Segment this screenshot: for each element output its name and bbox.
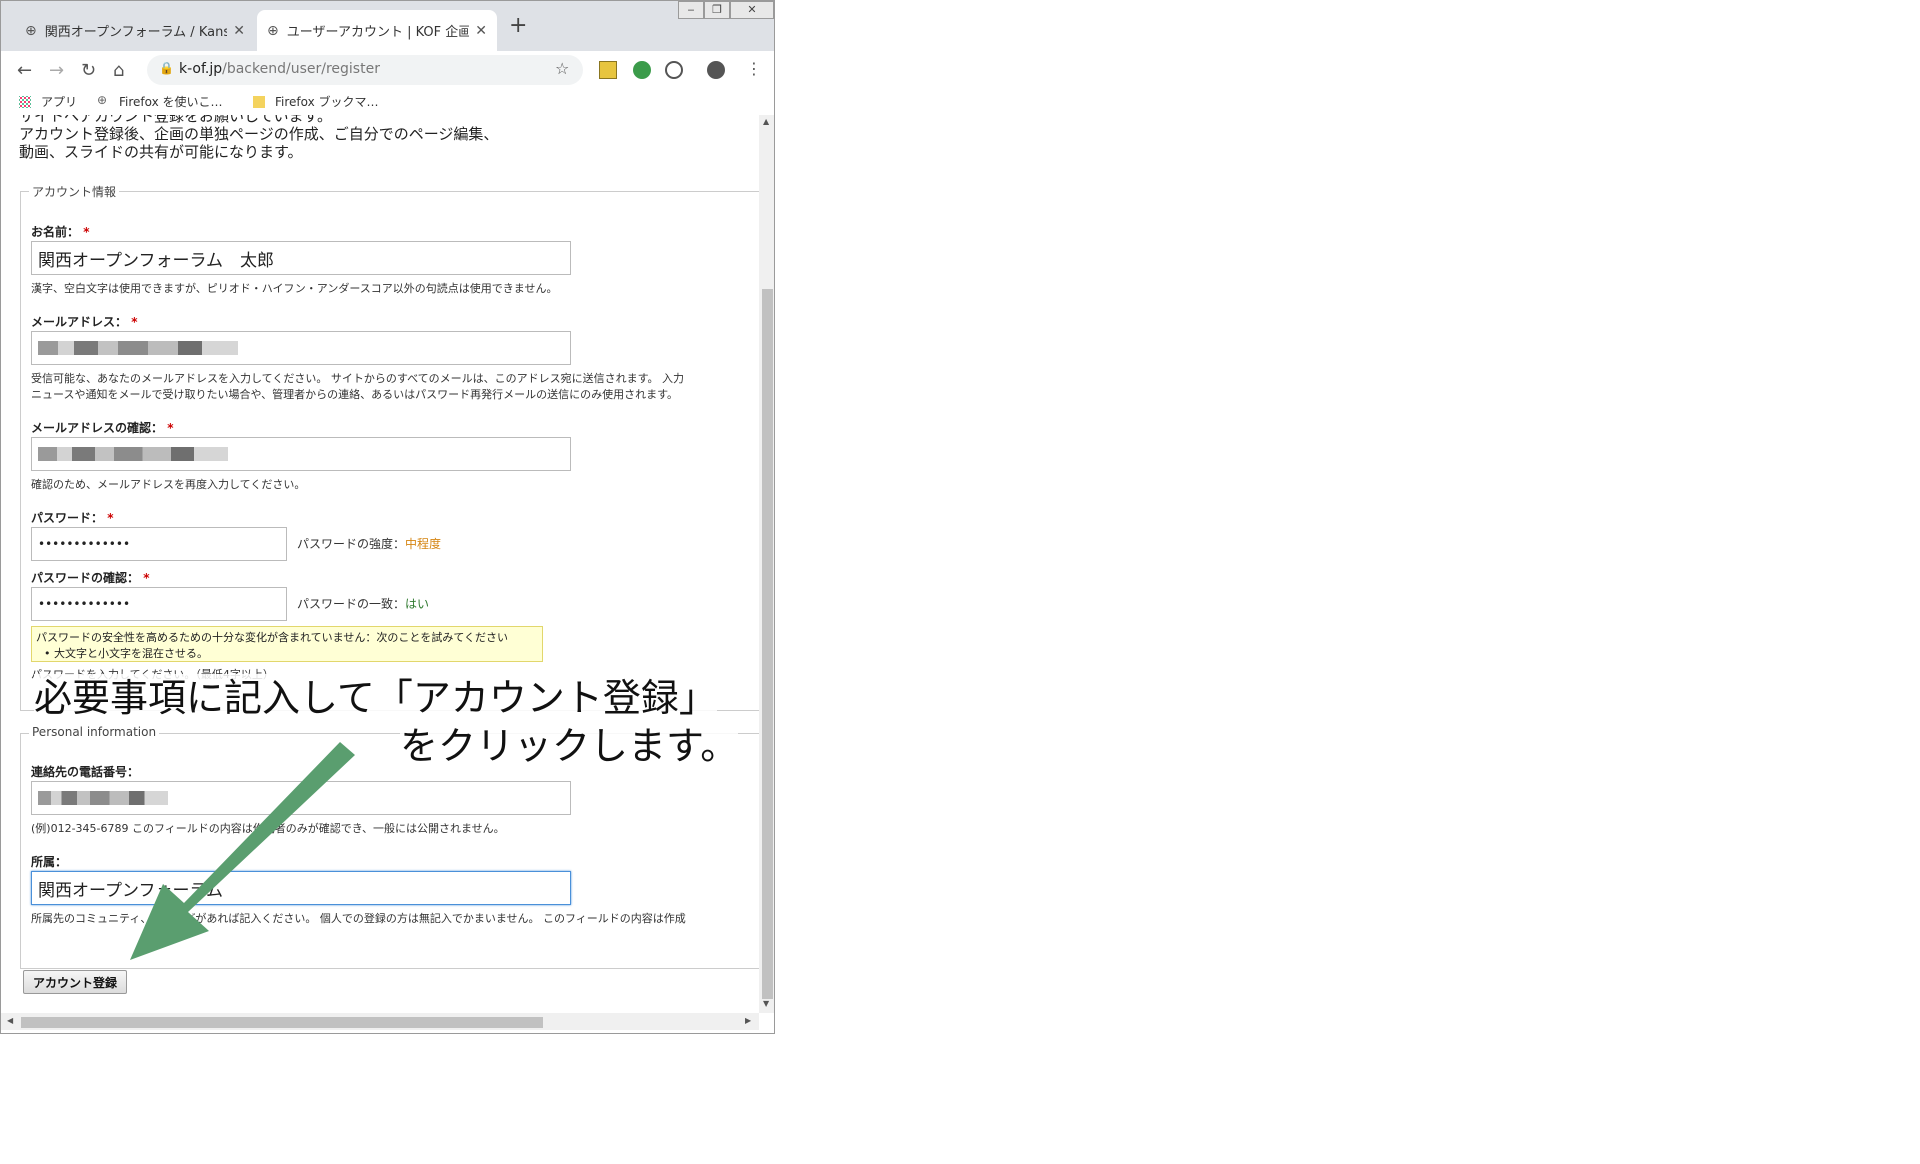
arrow-shape: [130, 742, 355, 960]
green-arrow-icon: [130, 742, 355, 960]
